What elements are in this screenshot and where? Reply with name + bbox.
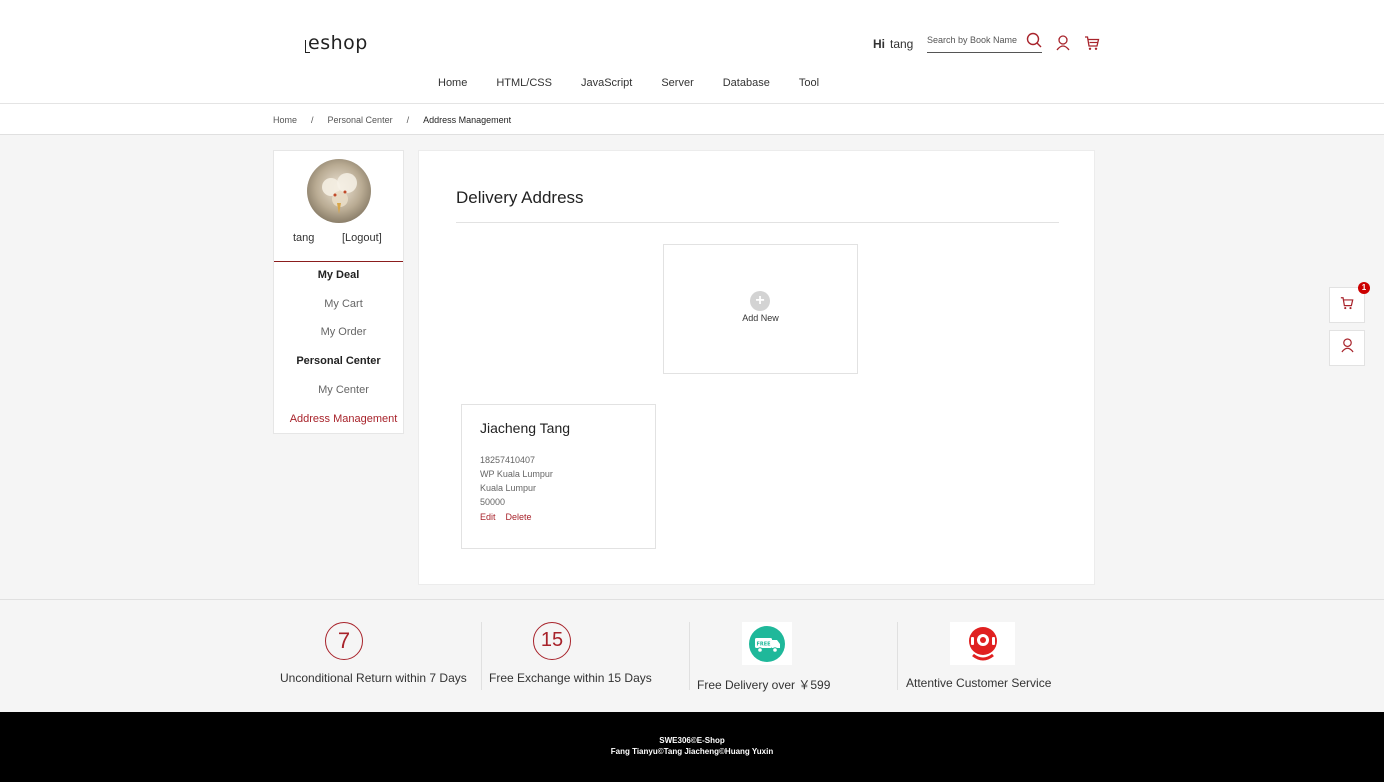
eshop-logo[interactable]: eshop [305,32,368,54]
nav-javascript[interactable]: JavaScript [581,77,632,89]
top-header: eshop Hitang Home HTML/CSS JavaScript Se… [0,0,1384,104]
nav-tool[interactable]: Tool [799,77,819,89]
search-icon[interactable] [1026,32,1042,53]
footer-copyright: SWE306©E-Shop [659,736,725,745]
greeting-username[interactable]: tang [890,37,913,51]
cart-icon[interactable] [1084,35,1100,56]
address-name: Jiacheng Tang [480,420,571,436]
sidebar-item-address-management[interactable]: Address Management [279,413,408,425]
cart-count-badge: 1 [1358,282,1370,294]
sidebar-username: tang [293,232,315,244]
user-greeting: Hi tang [873,37,913,51]
customer-service-icon [950,622,1015,665]
main-nav: Home HTML/CSS JavaScript Server Database… [438,77,848,89]
seven-days-icon: 7 [325,622,363,660]
svg-text:FREE: FREE [756,641,771,647]
account-sidebar: tang [Logout] My Deal My Cart My Order P… [273,150,404,434]
address-actions: Edit Delete [480,512,542,522]
breadcrumb-personal-center[interactable]: Personal Center [328,115,393,125]
nav-database[interactable]: Database [723,77,770,89]
address-card: Jiacheng Tang 18257410407 WP Kuala Lumpu… [461,404,656,549]
address-line1: WP Kuala Lumpur [480,469,553,479]
delete-address-link[interactable]: Delete [506,512,532,522]
nav-server[interactable]: Server [661,77,693,89]
delivery-address-panel: Delivery Address + Add New Jiacheng Tang… [418,150,1095,585]
service-return-text: Unconditional Return within 7 Days [280,671,467,685]
title-divider [456,222,1059,223]
service-support-text: Attentive Customer Service [906,676,1052,690]
service-divider [689,622,690,690]
service-divider [897,622,898,690]
avatar [307,159,371,223]
breadcrumb-current: Address Management [423,115,512,125]
logout-link[interactable]: [Logout] [342,232,382,244]
add-new-address-button[interactable]: + Add New [663,244,858,374]
floating-user-button[interactable] [1329,330,1365,366]
sidebar-item-my-cart[interactable]: My Cart [279,298,408,310]
sidebar-divider [274,261,403,262]
service-delivery-text: Free Delivery over ￥599 [697,678,831,692]
greeting-label: Hi [873,37,885,51]
sidebar-item-my-center[interactable]: My Center [279,384,408,396]
breadcrumb: Home / Personal Center / Address Management [0,104,1384,135]
sidebar-item-my-order[interactable]: My Order [279,326,408,338]
user-icon[interactable] [1056,35,1070,56]
footer-authors: Fang Tianyu©Tang Jiacheng©Huang Yuxin [610,747,774,756]
nav-home[interactable]: Home [438,77,467,89]
sidebar-group-personal-center: Personal Center [296,355,381,367]
service-strip: 7 Unconditional Return within 7 Days 15 … [0,599,1384,712]
search-input[interactable] [927,30,1022,50]
add-new-label: Add New [742,313,779,323]
fifteen-days-icon: 15 [533,622,571,660]
cart-icon [1340,296,1354,315]
plus-icon: + [750,291,770,311]
breadcrumb-home[interactable]: Home [273,115,297,125]
edit-address-link[interactable]: Edit [480,512,496,522]
address-postcode: 50000 [480,497,506,507]
address-phone: 18257410407 [480,455,536,465]
site-footer: SWE306©E-Shop Fang Tianyu©Tang Jiacheng©… [0,712,1384,782]
search-box [927,30,1042,53]
sidebar-group-my-deal: My Deal [317,269,360,281]
page-title: Delivery Address [456,188,584,207]
service-divider [481,622,482,690]
service-exchange-text: Free Exchange within 15 Days [489,671,652,685]
free-delivery-truck-icon: FREE [742,622,792,665]
user-icon [1340,338,1354,358]
nav-html-css[interactable]: HTML/CSS [496,77,552,89]
address-line2: Kuala Lumpur [480,483,537,493]
